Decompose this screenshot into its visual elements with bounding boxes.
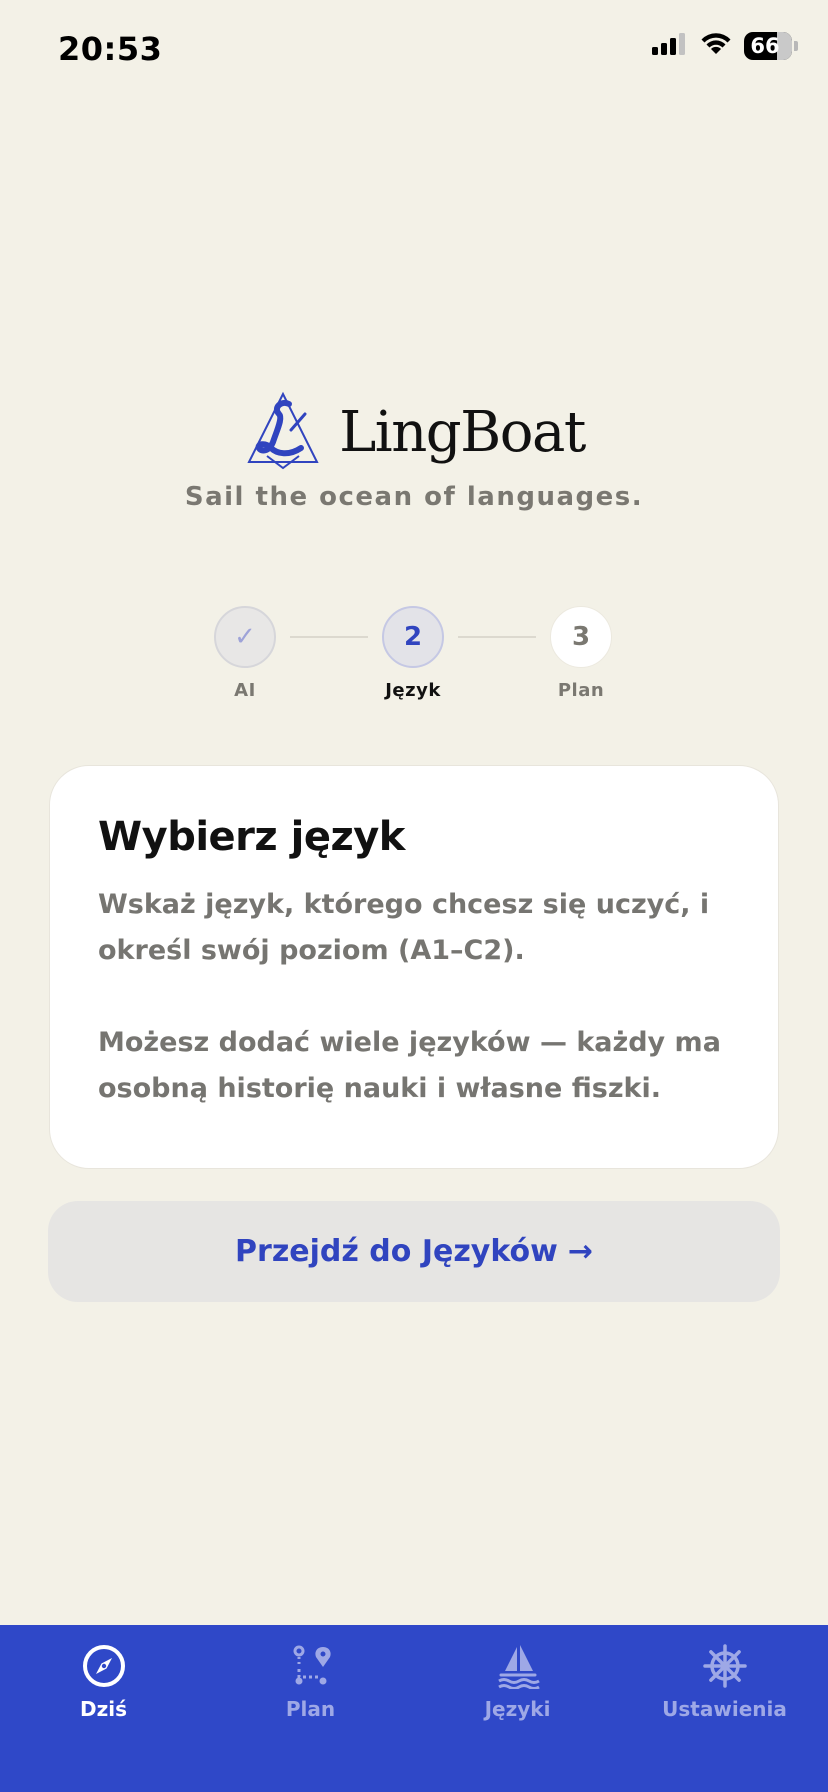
tab-today[interactable]: Dziś [0, 1625, 207, 1735]
cellular-signal-icon [652, 33, 688, 59]
status-icons: 66 [652, 32, 798, 60]
tab-plan[interactable]: Plan [207, 1625, 414, 1735]
step-number: 2 [403, 622, 423, 652]
step-connector [290, 636, 368, 638]
route-icon [288, 1643, 334, 1689]
card-title: Wybierz język [98, 814, 405, 860]
ship-wheel-icon [702, 1643, 748, 1689]
step-connector [458, 636, 536, 638]
status-time: 20:53 [58, 30, 163, 68]
tab-label: Plan [285, 1697, 336, 1721]
tab-label: Dziś [79, 1697, 127, 1721]
battery-tip [794, 41, 798, 51]
compass-icon [81, 1643, 127, 1689]
arrow-right-icon: → [567, 1234, 593, 1269]
card-description: Wskaż język, którego chcesz się uczyć, i… [98, 889, 710, 966]
step-language-indicator: 2 [382, 606, 444, 668]
checkmark-icon: ✓ [234, 622, 256, 652]
step-number: 3 [571, 622, 591, 652]
cta-label: Przejdź do Języków [235, 1234, 558, 1269]
tab-settings[interactable]: Ustawienia [621, 1625, 828, 1735]
app-tagline: Sail the ocean of languages. [184, 482, 644, 512]
step-plan-indicator: 3 [550, 606, 612, 668]
lingboat-logo-icon [243, 390, 323, 474]
onboarding-stepper: ✓ 2 3 AI Język Plan [0, 606, 828, 716]
step-language-label: Język [385, 680, 441, 701]
battery-level: 66 [750, 34, 780, 58]
battery-icon: 66 [744, 32, 792, 60]
step-ai-label: AI [234, 680, 256, 701]
sailboat-icon [495, 1643, 541, 1689]
app-name: LingBoat [339, 399, 586, 465]
info-card: Wybierz język Wskaż język, którego chces… [49, 765, 779, 1169]
tab-languages[interactable]: Języki [414, 1625, 621, 1735]
tab-label: Języki [484, 1697, 551, 1721]
step-ai-indicator: ✓ [214, 606, 276, 668]
status-bar: 20:53 66 [0, 0, 828, 100]
bottom-tab-bar: Dziś Plan Języki Ustawienia [0, 1625, 828, 1792]
step-plan-label: Plan [557, 680, 605, 701]
wifi-icon [700, 32, 732, 60]
card-note: Możesz dodać wiele języków — każdy ma os… [98, 1027, 721, 1104]
app-logo: LingBoat [0, 390, 828, 474]
go-to-languages-button[interactable]: Przejdź do Języków → [48, 1201, 780, 1302]
tab-label: Ustawienia [662, 1697, 787, 1721]
